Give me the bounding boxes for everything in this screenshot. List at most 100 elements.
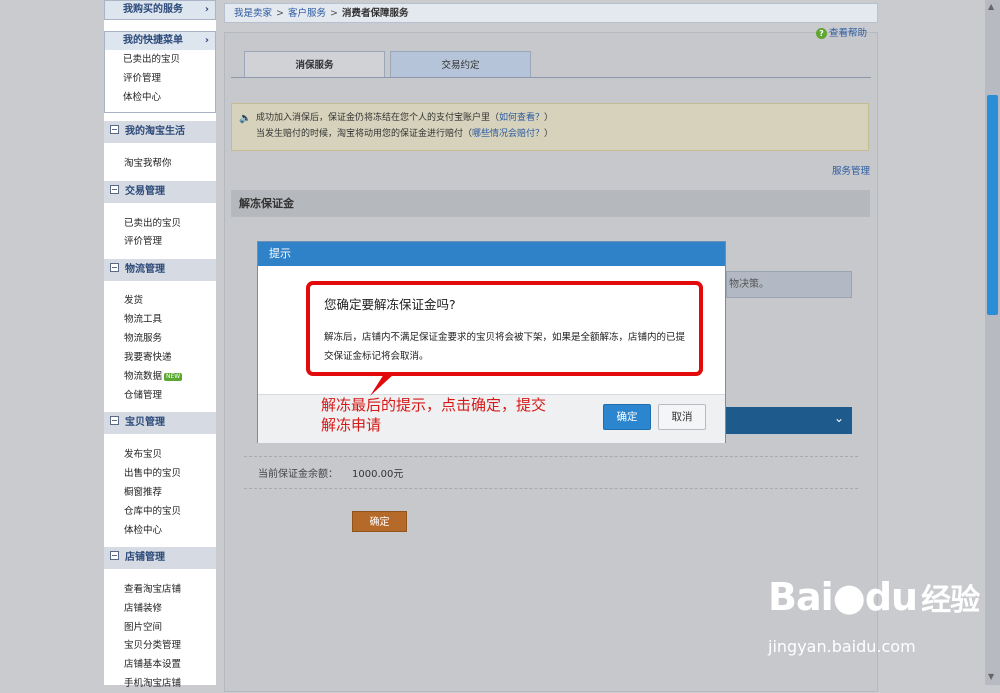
dialog-ok-button[interactable]: 确定 [603, 404, 651, 430]
dialog-cancel-button[interactable]: 取消 [658, 404, 706, 430]
sidebar-section-logistics[interactable]: 物流管理 [104, 259, 216, 281]
sidebar-section-taobao-life[interactable]: 我的淘宝生活 [104, 121, 216, 143]
notice-box: 🔈 成功加入消保后，保证金仍将冻结在您个人的支付宝账户里（如何查看？） 当发生赔… [231, 103, 869, 151]
baidu-watermark: Bai●du 经验 jingyan.baidu.com [768, 575, 980, 656]
which-cases-link[interactable]: 哪些情况会赔付？ [472, 129, 544, 139]
notice-text: ） [544, 113, 554, 123]
section-title: 解冻保证金 [231, 190, 870, 217]
dialog-body: 解冻后，店铺内不满足保证金要求的宝贝将会被下架，如果是全额解冻，店铺内的已提交保… [324, 332, 686, 362]
confirm-unfreeze-button[interactable]: 确定 [352, 511, 407, 532]
watermark-brand: Bai [768, 575, 834, 619]
collapse-icon[interactable] [110, 416, 119, 425]
balance-row: 当前保证金余额： 1000.00元 [258, 465, 403, 480]
help-link[interactable]: ? 查看帮助 [816, 25, 867, 39]
sidebar-item[interactable]: 发货 [124, 292, 143, 310]
chevron-right-icon: › [204, 35, 209, 46]
help-label: 查看帮助 [829, 28, 868, 39]
breadcrumb-current: 消费者保障服务 [341, 8, 409, 19]
collapse-icon[interactable] [110, 551, 119, 560]
dropdown-bar[interactable]: ⌄ [726, 407, 852, 434]
dialog-title: 提示 [258, 242, 725, 266]
purchased-services-box[interactable]: 我购买的服务 › [104, 0, 216, 20]
sidebar-item[interactable]: 物流工具 [124, 311, 162, 329]
speaker-icon: 🔈 [239, 113, 252, 124]
quick-menu-item[interactable]: 评价管理 [105, 69, 215, 88]
tab-trade-agreement[interactable]: 交易约定 [390, 51, 531, 78]
notice-text: ） [544, 129, 554, 139]
purchased-services-label: 我购买的服务 [123, 4, 183, 15]
sidebar-item[interactable]: 物流服务 [124, 330, 162, 348]
sidebar-item[interactable]: 淘宝我帮你 [124, 155, 172, 173]
sidebar-item[interactable]: 宝贝分类管理 [124, 637, 181, 655]
sidebar-item[interactable]: 仓储管理 [124, 387, 162, 405]
question-icon: ? [816, 28, 827, 39]
sidebar-item-logistics-data[interactable]: 物流数据 NEW [124, 368, 183, 386]
notice-line-1: 成功加入消保后，保证金仍将冻结在您个人的支付宝账户里（如何查看？） [256, 110, 868, 126]
breadcrumb: 我是卖家 > 客户服务 > 消费者保障服务 [224, 3, 878, 23]
annotation-line: 解冻申请 [321, 416, 382, 434]
sidebar-section-trade[interactable]: 交易管理 [104, 181, 216, 203]
sidebar-section-shop[interactable]: 店铺管理 [104, 547, 216, 569]
how-to-check-link[interactable]: 如何查看？ [499, 113, 544, 123]
watermark-brand: du [864, 575, 918, 619]
chevron-down-icon: ⌄ [833, 411, 844, 425]
sidebar-item[interactable]: 橱窗推荐 [124, 484, 162, 502]
sidebar-item[interactable]: 发布宝贝 [124, 446, 162, 464]
sidebar-item-label: 物流数据 [124, 371, 163, 382]
scroll-up-icon[interactable]: ▲ [988, 2, 994, 11]
watermark-cn: 经验 [921, 583, 980, 618]
watermark-url: jingyan.baidu.com [768, 637, 916, 656]
quick-menu-box: 我的快捷菜单 › 已卖出的宝贝 评价管理 体检中心 [104, 31, 216, 113]
collapse-icon[interactable] [110, 185, 119, 194]
sidebar-item[interactable]: 评价管理 [124, 233, 162, 251]
sidebar-item[interactable]: 仓库中的宝贝 [124, 503, 181, 521]
sidebar-item[interactable]: 出售中的宝贝 [124, 465, 181, 483]
section-title: 物流管理 [125, 264, 165, 275]
breadcrumb-separator: > [330, 8, 338, 19]
scroll-thumb[interactable] [987, 95, 998, 315]
purchased-services-heading[interactable]: 我购买的服务 › [105, 1, 215, 19]
quick-menu-item[interactable]: 已卖出的宝贝 [105, 50, 215, 69]
notice-text: 当发生赔付的时候，淘宝将动用您的保证金进行赔付（ [256, 129, 473, 139]
tab-divider [231, 77, 871, 78]
chevron-right-icon: › [204, 4, 209, 15]
annotation-text: 解冻最后的提示，点击确定，提交 解冻申请 [321, 395, 546, 435]
sidebar-item[interactable]: 图片空间 [124, 619, 162, 637]
section-title: 宝贝管理 [125, 417, 165, 428]
quick-menu-item[interactable]: 体检中心 [105, 88, 215, 107]
annotation-line: 解冻最后的提示，点击确定，提交 [321, 396, 547, 414]
quick-menu-heading[interactable]: 我的快捷菜单 › [105, 32, 215, 50]
dialog-question: 您确定要解冻保证金吗? [324, 297, 456, 312]
scrollbar[interactable]: ▲ ▼ [985, 0, 1000, 685]
scroll-down-icon[interactable]: ▼ [988, 672, 994, 681]
breadcrumb-separator: > [276, 8, 284, 19]
quick-menu-title: 我的快捷菜单 [123, 35, 183, 46]
sidebar-item[interactable]: 店铺装修 [124, 600, 162, 618]
section-title: 交易管理 [125, 186, 165, 197]
sidebar-item[interactable]: 我要寄快递 [124, 349, 172, 367]
service-manage-link[interactable]: 服务管理 [832, 163, 870, 177]
sidebar-item[interactable]: 已卖出的宝贝 [124, 215, 181, 233]
notice-text: 成功加入消保后，保证金仍将冻结在您个人的支付宝账户里（ [256, 113, 500, 123]
balance-label: 当前保证金余额： [258, 469, 338, 480]
notice-line-2: 当发生赔付的时候，淘宝将动用您的保证金进行赔付（哪些情况会赔付？） [256, 126, 868, 142]
section-title: 我的淘宝生活 [125, 126, 185, 137]
sidebar-item[interactable]: 店铺基本设置 [124, 656, 181, 674]
highlighted-message: 您确定要解冻保证金吗? 解冻后，店铺内不满足保证金要求的宝贝将会被下架，如果是全… [306, 281, 703, 376]
divider [244, 456, 858, 457]
balance-amount: 1000.00元 [352, 469, 404, 480]
paw-icon: ● [832, 575, 866, 619]
sidebar-item[interactable]: 体检中心 [124, 522, 162, 540]
breadcrumb-link[interactable]: 客户服务 [288, 8, 326, 19]
breadcrumb-link[interactable]: 我是卖家 [234, 8, 272, 19]
sidebar-item[interactable]: 查看淘宝店铺 [124, 581, 181, 599]
obscured-input[interactable]: 物决策。 [726, 271, 852, 298]
sidebar-section-items[interactable]: 宝贝管理 [104, 412, 216, 434]
tab-consumer-protection[interactable]: 消保服务 [244, 51, 385, 78]
section-title: 店铺管理 [125, 552, 165, 563]
sidebar-item[interactable]: 手机淘宝店铺 [124, 675, 181, 693]
new-badge: NEW [164, 373, 183, 381]
collapse-icon[interactable] [110, 125, 119, 134]
divider [244, 488, 858, 489]
collapse-icon[interactable] [110, 263, 119, 272]
